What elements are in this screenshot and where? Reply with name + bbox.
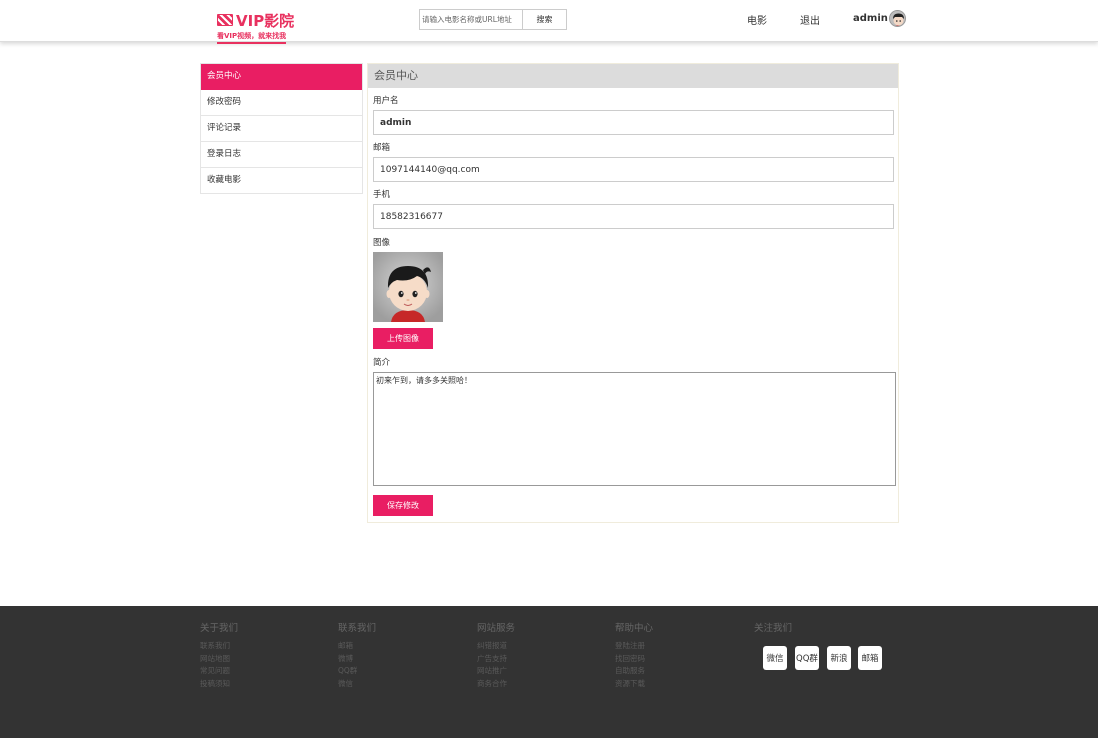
footer-link[interactable]: 联系我们 — [200, 640, 238, 653]
social-email-button[interactable]: 邮箱 — [858, 646, 882, 670]
footer-link[interactable]: 投稿须知 — [200, 678, 238, 691]
footer-column-help: 帮助中心 登陆注册 找回密码 自助服务 资源下载 — [615, 620, 653, 690]
footer-link[interactable]: 网站地图 — [200, 653, 238, 666]
logo-text: VIP影院 — [236, 11, 295, 30]
footer-link[interactable]: 纠错报道 — [477, 640, 515, 653]
search-button[interactable]: 搜索 — [522, 9, 567, 30]
footer-column-title: 网站服务 — [477, 623, 516, 634]
panel-title: 会员中心 — [368, 64, 898, 88]
avatar-preview — [373, 252, 443, 322]
footer-column-follow: 关注我们 — [754, 620, 792, 640]
footer-column-about: 关于我们 联系我们 网站地图 常见问题 投稿须知 — [200, 620, 238, 690]
footer-column-title: 关于我们 — [200, 623, 239, 634]
phone-field-label: 手机 — [373, 190, 391, 200]
footer-link[interactable]: 自助服务 — [615, 665, 653, 678]
upload-avatar-button[interactable]: 上传图像 — [373, 328, 433, 349]
sidebar-item-change-password[interactable]: 修改密码 — [201, 90, 362, 116]
footer-column-title: 关注我们 — [754, 623, 793, 634]
footer-link[interactable]: 找回密码 — [615, 653, 653, 666]
bio-field-label: 简介 — [373, 358, 391, 368]
footer-link[interactable]: 常见问题 — [200, 665, 238, 678]
social-qq-button[interactable]: QQ群 — [795, 646, 819, 670]
footer-link[interactable]: QQ群 — [338, 665, 376, 678]
sidebar-item-member-center[interactable]: 会员中心 — [201, 64, 362, 90]
user-avatar-icon — [889, 11, 905, 26]
footer-link[interactable]: 登陆注册 — [615, 640, 653, 653]
email-field[interactable] — [373, 157, 894, 182]
logo-title: VIP影院 — [217, 10, 294, 30]
sidebar-item-favorites[interactable]: 收藏电影 — [201, 168, 362, 194]
logo-slogan: 看VIP视频，就来找我 — [217, 31, 287, 44]
site-header: VIP影院 看VIP视频，就来找我 搜索 电影 退出 admin — [0, 0, 1098, 44]
site-logo[interactable]: VIP影院 看VIP视频，就来找我 — [217, 10, 294, 44]
username-field-label: 用户名 — [373, 96, 399, 106]
footer-link[interactable]: 微信 — [338, 678, 376, 691]
search-bar: 搜索 — [419, 9, 567, 30]
social-wechat-button[interactable]: 微信 — [763, 646, 787, 670]
footer-column-title: 帮助中心 — [615, 623, 654, 634]
search-input[interactable] — [419, 9, 522, 30]
avatar-field-label: 图像 — [373, 238, 391, 248]
footer-link[interactable]: 广告支持 — [477, 653, 515, 666]
sidebar-item-login-log[interactable]: 登录日志 — [201, 142, 362, 168]
site-footer: 关于我们 联系我们 网站地图 常见问题 投稿须知 联系我们 邮箱 微博 QQ群 … — [0, 606, 1098, 738]
user-avatar-image — [373, 252, 443, 322]
bio-textarea[interactable]: 初来乍到，请多多关照哈！ — [373, 372, 896, 486]
footer-column-contact: 联系我们 邮箱 微博 QQ群 微信 — [338, 620, 376, 690]
avatar-small — [888, 10, 906, 27]
footer-link[interactable]: 微博 — [338, 653, 376, 666]
nav-movies-link[interactable]: 电影 — [747, 12, 767, 27]
profile-panel: 会员中心 用户名 邮箱 手机 图像 — [367, 63, 899, 523]
account-sidebar: 会员中心 修改密码 评论记录 登录日志 收藏电影 — [200, 63, 363, 194]
footer-link[interactable]: 网站推广 — [477, 665, 515, 678]
email-field-label: 邮箱 — [373, 143, 391, 153]
username-field[interactable] — [373, 110, 894, 135]
user-menu[interactable]: admin — [853, 10, 906, 27]
footer-link[interactable]: 邮箱 — [338, 640, 376, 653]
social-weibo-button[interactable]: 新浪 — [827, 646, 851, 670]
clapperboard-icon — [217, 14, 233, 26]
footer-link[interactable]: 商务合作 — [477, 678, 515, 691]
footer-column-services: 网站服务 纠错报道 广告支持 网站推广 商务合作 — [477, 620, 515, 690]
footer-link[interactable]: 资源下载 — [615, 678, 653, 691]
nav-logout-link[interactable]: 退出 — [800, 12, 820, 27]
save-changes-button[interactable]: 保存修改 — [373, 495, 433, 516]
footer-column-title: 联系我们 — [338, 623, 377, 634]
sidebar-item-comment-history[interactable]: 评论记录 — [201, 116, 362, 142]
username-label: admin — [853, 13, 888, 24]
phone-field[interactable] — [373, 204, 894, 229]
